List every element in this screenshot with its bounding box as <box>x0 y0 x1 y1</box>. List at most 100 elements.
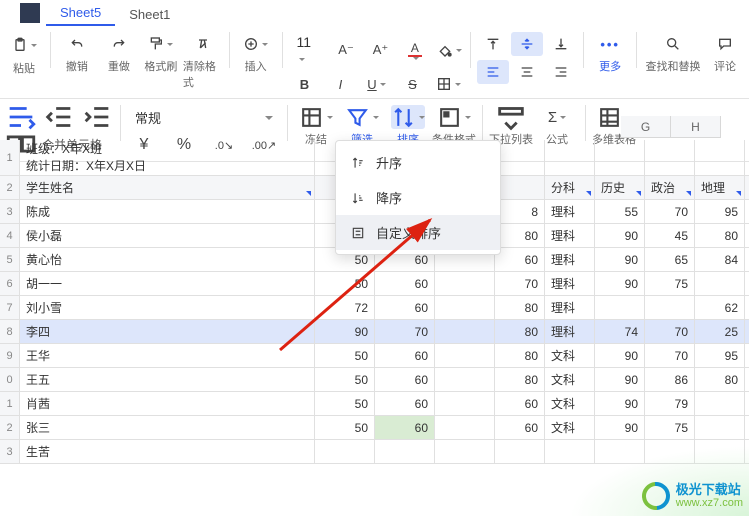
indent-inc-icon[interactable] <box>80 105 114 129</box>
format-painter-icon[interactable] <box>145 32 177 56</box>
cell-d[interactable]: 60 <box>495 248 545 272</box>
cell-phy[interactable] <box>745 344 749 368</box>
empty-cell[interactable] <box>695 140 745 176</box>
cell-phy[interactable] <box>745 224 749 248</box>
cell-a[interactable]: 50 <box>315 392 375 416</box>
cell-d[interactable]: 80 <box>495 368 545 392</box>
align-center-icon[interactable] <box>511 60 543 84</box>
dropdown-list-icon[interactable] <box>494 105 528 129</box>
cell-name[interactable]: 陈成 <box>20 200 315 224</box>
row-header[interactable]: 7 <box>0 296 20 320</box>
cell-politics[interactable]: 86 <box>645 368 695 392</box>
cell-b[interactable]: 60 <box>375 344 435 368</box>
clear-format-icon[interactable] <box>187 32 219 56</box>
cell-name[interactable]: 李四 <box>20 320 315 344</box>
cell-b[interactable]: 60 <box>375 296 435 320</box>
cell-geography[interactable]: 80 <box>695 368 745 392</box>
cell-name[interactable]: 生苦 <box>20 440 315 464</box>
tab-sheet5[interactable]: Sheet5 <box>46 1 115 26</box>
app-grid-icon[interactable] <box>20 3 40 23</box>
header-history[interactable]: 历史 <box>595 176 645 200</box>
align-right-icon[interactable] <box>545 60 577 84</box>
cell-phy[interactable] <box>745 416 749 440</box>
cell-name[interactable]: 黄心怡 <box>20 248 315 272</box>
header-blank3[interactable] <box>495 176 545 200</box>
cell-history[interactable]: 90 <box>595 416 645 440</box>
empty-cell[interactable] <box>595 140 645 176</box>
cell-d[interactable]: 60 <box>495 416 545 440</box>
cell-politics[interactable]: 70 <box>645 344 695 368</box>
cell-geography[interactable]: 62 <box>695 296 745 320</box>
cell-politics[interactable]: 70 <box>645 200 695 224</box>
cell-phy[interactable] <box>745 200 749 224</box>
colhdr-g[interactable]: G <box>621 116 671 138</box>
cell-politics[interactable]: 75 <box>645 272 695 296</box>
row-header[interactable]: 9 <box>0 344 20 368</box>
cell-b[interactable]: 60 <box>375 416 435 440</box>
cell-c[interactable] <box>435 320 495 344</box>
cell-subject[interactable] <box>545 440 595 464</box>
cell-a[interactable] <box>315 440 375 464</box>
cell-subject[interactable]: 理科 <box>545 320 595 344</box>
cell-c[interactable] <box>435 416 495 440</box>
colhdr-h[interactable]: H <box>671 116 721 138</box>
filter-icon[interactable] <box>345 105 379 129</box>
row-header[interactable]: 2 <box>0 176 20 200</box>
empty-cell[interactable] <box>495 140 545 176</box>
cell-geography[interactable]: 80 <box>695 224 745 248</box>
cell-d[interactable]: 80 <box>495 344 545 368</box>
font-color-icon[interactable]: A <box>400 38 430 62</box>
header-politics[interactable]: 政治 <box>645 176 695 200</box>
cell-phy[interactable] <box>745 368 749 392</box>
cell-geography[interactable]: 25 <box>695 320 745 344</box>
cell-geography[interactable]: 95 <box>695 344 745 368</box>
empty-cell[interactable] <box>645 140 695 176</box>
comment-icon[interactable] <box>709 32 741 56</box>
cell-name[interactable]: 张三 <box>20 416 315 440</box>
header-name[interactable]: 学生姓名 <box>20 176 315 200</box>
cell-a[interactable]: 50 <box>315 344 375 368</box>
cell-c[interactable] <box>435 344 495 368</box>
bold-icon[interactable]: B <box>288 72 320 96</box>
decrease-font-icon[interactable]: A⁻ <box>331 38 361 62</box>
empty-cell[interactable] <box>545 140 595 176</box>
cell-phy[interactable] <box>745 320 749 344</box>
row-header[interactable]: 5 <box>0 248 20 272</box>
cell-subject[interactable]: 文科 <box>545 416 595 440</box>
cell-name[interactable]: 肖茜 <box>20 392 315 416</box>
insert-icon[interactable] <box>240 32 272 56</box>
row-header[interactable]: 1 <box>0 140 20 176</box>
cell-phy[interactable] <box>745 272 749 296</box>
font-size-select[interactable]: 11 <box>288 32 326 68</box>
undo-icon[interactable] <box>61 32 93 56</box>
strike-icon[interactable]: S <box>396 72 428 96</box>
cell-c[interactable] <box>435 296 495 320</box>
header-subject[interactable]: 分科 <box>545 176 595 200</box>
sort-custom-item[interactable]: 自定义排序 <box>336 215 500 250</box>
row-header[interactable]: 4 <box>0 224 20 248</box>
cell-name[interactable]: 胡一一 <box>20 272 315 296</box>
cell-b[interactable]: 60 <box>375 272 435 296</box>
cell-history[interactable] <box>595 296 645 320</box>
header-physics[interactable]: 物 <box>745 176 749 200</box>
row-header[interactable]: 0 <box>0 368 20 392</box>
cell-history[interactable]: 90 <box>595 368 645 392</box>
cell-politics[interactable]: 79 <box>645 392 695 416</box>
cell-history[interactable]: 55 <box>595 200 645 224</box>
cell-b[interactable]: 60 <box>375 368 435 392</box>
cell-history[interactable] <box>595 440 645 464</box>
cell-history[interactable]: 90 <box>595 248 645 272</box>
cell-d[interactable]: 80 <box>495 320 545 344</box>
row-header[interactable]: 3 <box>0 200 20 224</box>
find-replace-icon[interactable] <box>657 32 689 56</box>
cell-history[interactable]: 74 <box>595 320 645 344</box>
cell-phy[interactable] <box>745 296 749 320</box>
cell-d[interactable]: 80 <box>495 296 545 320</box>
row-header[interactable]: 2 <box>0 416 20 440</box>
cell-history[interactable]: 90 <box>595 344 645 368</box>
cell-c[interactable] <box>435 392 495 416</box>
cell-politics[interactable] <box>645 296 695 320</box>
cell-name[interactable]: 侯小磊 <box>20 224 315 248</box>
cell-politics[interactable]: 75 <box>645 416 695 440</box>
cell-geography[interactable] <box>695 416 745 440</box>
